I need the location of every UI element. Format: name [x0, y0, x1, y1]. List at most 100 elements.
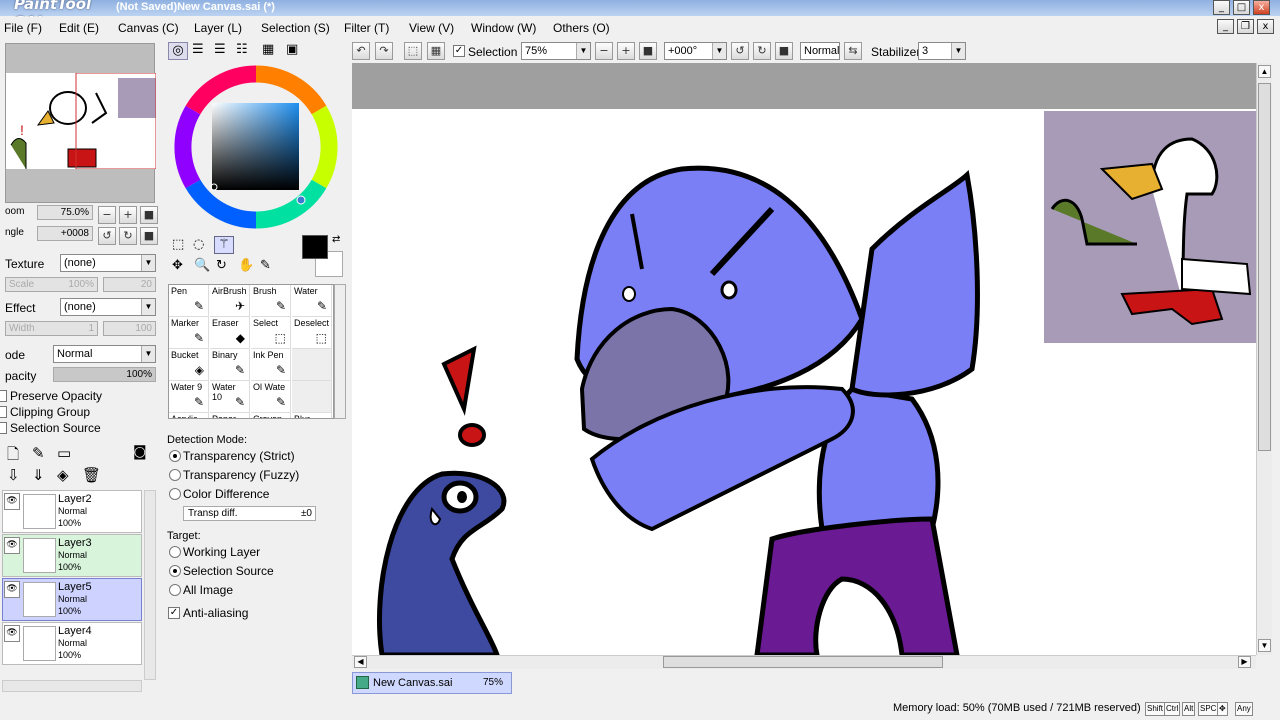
canvas-paper[interactable]: [352, 109, 1256, 655]
tool-slot[interactable]: Eraser ◆: [210, 317, 250, 349]
hand-icon[interactable]: ✋: [238, 258, 254, 273]
menu-layer[interactable]: Layer (L): [194, 21, 242, 35]
deselect-icon[interactable]: ⬚: [404, 42, 422, 60]
maximize-button[interactable]: □: [1233, 0, 1250, 15]
tool-slot[interactable]: Ol Wate ✎: [251, 381, 291, 413]
layers-scrollbar[interactable]: [144, 490, 156, 680]
hsv-slider-tab-icon[interactable]: ☰: [214, 42, 226, 57]
tool-grid-scrollbar[interactable]: [334, 284, 346, 419]
rgb-slider-tab-icon[interactable]: ☰: [192, 42, 204, 57]
flip-icon[interactable]: ⇆: [844, 42, 862, 60]
nav-zoom-in-icon[interactable]: +: [119, 206, 137, 224]
artwork[interactable]: [352, 109, 1256, 655]
layer-item[interactable]: 👁 Layer2 Normal 100%: [2, 490, 142, 533]
move-icon[interactable]: ✥: [172, 258, 183, 273]
invert-selection-icon[interactable]: ▦: [427, 42, 445, 60]
rotate-tool-icon[interactable]: ↻: [216, 258, 227, 273]
eyedropper-icon[interactable]: ✎: [260, 258, 271, 273]
transparency-strict-radio[interactable]: [169, 450, 181, 462]
blend-mode-select[interactable]: Normal: [800, 42, 840, 60]
tool-slot[interactable]: Paper: [210, 413, 250, 418]
lasso-icon[interactable]: ◌: [193, 237, 204, 252]
undo-icon[interactable]: ↶: [352, 42, 370, 60]
close-button[interactable]: x: [1253, 0, 1270, 15]
menu-others[interactable]: Others (O): [553, 21, 610, 35]
tool-slot[interactable]: Pen ✎: [169, 285, 209, 317]
horizontal-scrollbar[interactable]: ◀ ▶: [352, 655, 1256, 669]
primary-color-swatch[interactable]: [302, 235, 328, 259]
tool-slot[interactable]: Crayon: [251, 413, 291, 418]
vertical-scrollbar[interactable]: ▲ ▼: [1256, 63, 1272, 655]
zoom-in-icon[interactable]: +: [617, 42, 635, 60]
selection-checkbox[interactable]: ✓: [453, 45, 465, 57]
transparency-fuzzy-radio[interactable]: [169, 469, 181, 481]
nav-zoom-slider[interactable]: 75.0%: [37, 205, 93, 220]
menu-selection[interactable]: Selection (S): [261, 21, 330, 35]
nav-zoom-reset-icon[interactable]: ■: [140, 206, 158, 224]
rotate-reset-icon[interactable]: ■: [775, 42, 793, 60]
color-wheel[interactable]: [174, 65, 338, 229]
scroll-down-icon[interactable]: ▼: [1258, 639, 1271, 652]
menu-filter[interactable]: Filter (T): [344, 21, 389, 35]
rotate-left-icon[interactable]: ↺: [731, 42, 749, 60]
tool-slot[interactable]: Water ✎: [292, 285, 332, 317]
anti-aliasing-checkbox[interactable]: ✓: [168, 607, 180, 619]
horizontal-scroll-thumb[interactable]: [663, 656, 943, 668]
nav-rotate-reset-icon[interactable]: ■: [140, 227, 158, 245]
menu-view[interactable]: View (V): [409, 21, 454, 35]
zoom-out-icon[interactable]: −: [595, 42, 613, 60]
scroll-up-icon[interactable]: ▲: [1258, 65, 1271, 78]
scroll-left-icon[interactable]: ◀: [354, 656, 367, 668]
tool-slot[interactable]: Binary ✎: [210, 349, 250, 381]
clipping-group-checkbox[interactable]: [0, 406, 7, 418]
color-difference-radio[interactable]: [169, 488, 181, 500]
navigator[interactable]: !: [5, 43, 157, 203]
layer-item-selected[interactable]: 👁 Layer5 Normal 100%: [2, 578, 142, 621]
tool-slot[interactable]: Ink Pen ✎: [251, 349, 291, 381]
redo-icon[interactable]: ↷: [375, 42, 393, 60]
swap-colors-icon[interactable]: ⇄: [332, 234, 340, 245]
tool-slot[interactable]: [292, 349, 332, 381]
rect-select-icon[interactable]: ⬚: [172, 237, 184, 252]
selection-source-radio[interactable]: [169, 565, 181, 577]
vertical-scroll-thumb[interactable]: [1258, 83, 1271, 451]
transp-diff-slider[interactable]: Transp diff. ±0: [183, 506, 316, 521]
mdi-minimize-button[interactable]: _: [1217, 19, 1234, 34]
scroll-right-icon[interactable]: ▶: [1238, 656, 1251, 668]
layer-mode-select[interactable]: Normal ▼: [53, 345, 156, 363]
layers-hscrollbar[interactable]: [2, 680, 142, 692]
effect-select[interactable]: (none) ▼: [60, 298, 156, 316]
tool-slot[interactable]: Marker ✎: [169, 317, 209, 349]
tool-slot[interactable]: [292, 381, 332, 413]
rotation-select[interactable]: +000° ▼: [664, 42, 727, 60]
selection-source-checkbox[interactable]: [0, 422, 7, 434]
nav-rotate-right-icon[interactable]: ↻: [119, 227, 137, 245]
tool-slot[interactable]: Brush ✎: [251, 285, 291, 317]
eye-icon[interactable]: 👁: [4, 537, 20, 554]
tool-slot[interactable]: Acrylic: [169, 413, 209, 418]
menu-window[interactable]: Window (W): [471, 21, 536, 35]
stabilizer-select[interactable]: 3 ▼: [918, 42, 966, 60]
zoom-tool-icon[interactable]: 🔍: [194, 258, 210, 273]
nav-rotate-left-icon[interactable]: ↺: [98, 227, 116, 245]
mdi-close-button[interactable]: x: [1257, 19, 1274, 34]
tool-slot[interactable]: Blur: [292, 413, 332, 418]
zoom-reset-icon[interactable]: ■: [639, 42, 657, 60]
rotate-right-icon[interactable]: ↻: [753, 42, 771, 60]
texture-select[interactable]: (none) ▼: [60, 254, 156, 272]
color-wheel-tab-icon[interactable]: ◎: [168, 42, 188, 60]
tool-slot[interactable]: Select ⬚: [251, 317, 291, 349]
tool-slot[interactable]: AirBrush ✈: [210, 285, 250, 317]
eye-icon[interactable]: 👁: [4, 493, 20, 510]
menu-edit[interactable]: Edit (E): [59, 21, 99, 35]
canvas-tab[interactable]: New Canvas.sai 75%: [352, 672, 512, 694]
layer-item[interactable]: 👁 Layer4 Normal 100%: [2, 622, 142, 665]
nav-angle-slider[interactable]: +0008: [37, 226, 93, 241]
mdi-restore-button[interactable]: ❐: [1237, 19, 1254, 34]
canvas-area[interactable]: [352, 63, 1256, 655]
all-image-radio[interactable]: [169, 584, 181, 596]
eye-icon[interactable]: 👁: [4, 581, 20, 598]
working-layer-radio[interactable]: [169, 546, 181, 558]
tool-slot[interactable]: Deselect ⬚: [292, 317, 332, 349]
scratchpad-tab-icon[interactable]: ▣: [286, 42, 298, 57]
